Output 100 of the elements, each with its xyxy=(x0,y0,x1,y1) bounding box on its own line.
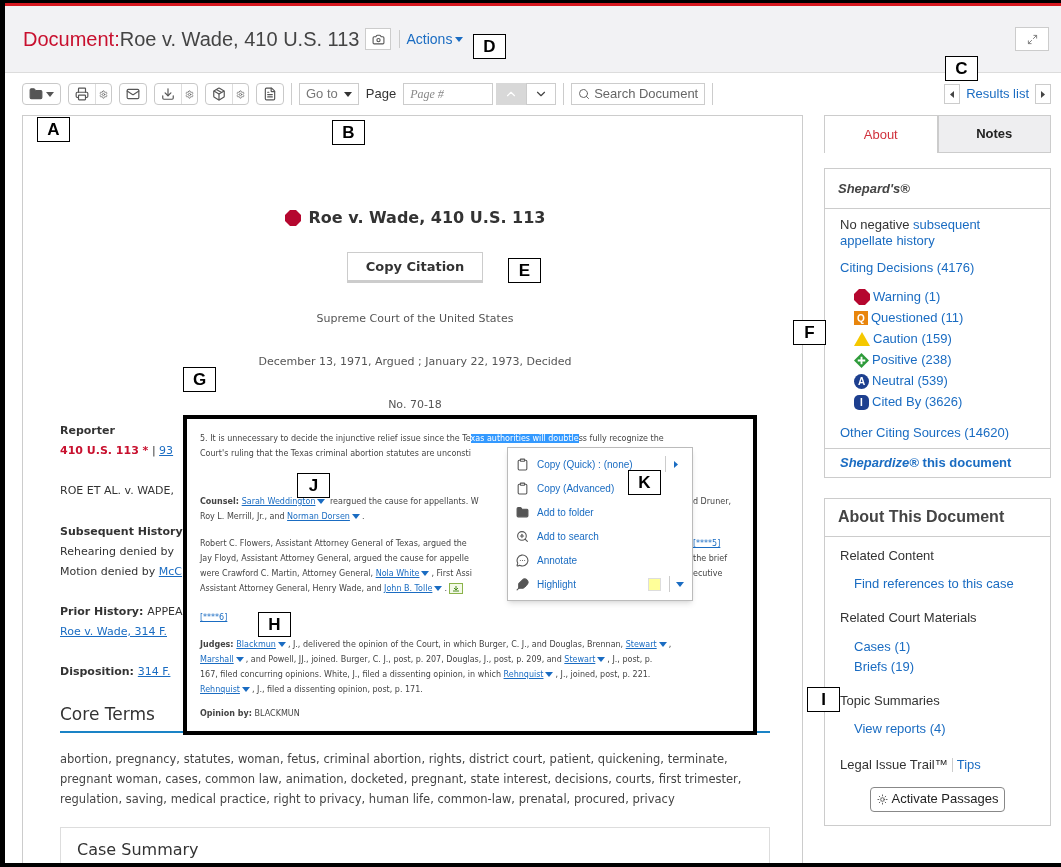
right-triangle-icon xyxy=(1041,90,1045,98)
link[interactable]: [****5] xyxy=(693,539,721,548)
sparkle-icon xyxy=(876,793,888,805)
link[interactable]: Marshall xyxy=(200,655,234,664)
text-line: Rehnquist , J., filed a dissenting opinion, post, p. 171. xyxy=(200,684,423,696)
related-link[interactable]: Cases (1) xyxy=(840,636,911,657)
sidebar-tab[interactable]: Notes xyxy=(937,115,1051,153)
core-terms-text: abortion, pregnancy, statutes, woman, fetus, criminal abortion, rights, district court, patient, quickening, terminate, pregnant woman, cases, common law, animation, docketed, pregnant, state interest, decisions, courts, first trimester, regulation, saving, medical practice, right to privacy, human life, common-law, prenatal, procured, privacy xyxy=(60,751,743,808)
docket-number: No. 70-18 xyxy=(388,397,442,413)
caret-icon xyxy=(421,571,430,576)
link[interactable]: Norman Dorsen xyxy=(287,512,350,521)
folder-icon xyxy=(516,505,529,519)
text-line: Rehearing denied by xyxy=(60,543,174,560)
text-line: Court's ruling that the Texas criminal abortion statutes are unconsti xyxy=(200,448,471,460)
link[interactable]: Stewart xyxy=(564,655,596,664)
link[interactable]: John B. Tolle xyxy=(384,584,433,593)
clipboard-icon xyxy=(516,457,529,471)
actions-menu-button[interactable]: Actions xyxy=(406,28,464,50)
tips-link[interactable]: Tips xyxy=(956,755,981,775)
signal-link[interactable]: Positive (238) xyxy=(872,350,952,370)
folder-icon xyxy=(29,87,43,101)
callout-label: K xyxy=(628,470,661,495)
group-label: Related Court Materials xyxy=(840,609,977,627)
activate-passages-button[interactable]: Activate Passages xyxy=(869,786,1006,812)
callout-label: J xyxy=(297,473,330,498)
menu-item[interactable]: Add to folder xyxy=(516,504,594,520)
link[interactable]: Stewart xyxy=(625,640,657,649)
mail-icon xyxy=(126,87,140,101)
text-line: Opinion by: BLACKMUN xyxy=(200,708,300,720)
link[interactable]: McC xyxy=(158,564,183,578)
related-link[interactable]: View reports (4) xyxy=(840,719,946,739)
text-line: 167, filed concurring opinions. White, J., filed a dissenting opinion, in which Rehnquist , J., joined, post, p. 221. xyxy=(200,669,651,681)
callout-label: I xyxy=(807,687,840,712)
link[interactable]: Rehnquist xyxy=(200,685,240,694)
signal-link[interactable]: Caution (159) xyxy=(873,329,952,349)
link[interactable]: 314 F. xyxy=(137,664,171,678)
callout-label: D xyxy=(473,34,506,59)
link[interactable]: Roe v. Wade, 314 F. xyxy=(60,624,167,638)
legal-issue-trail-label: Legal Issue Trail™ xyxy=(840,756,948,774)
previous-result-button[interactable] xyxy=(944,84,961,104)
link[interactable]: 93 xyxy=(159,443,174,457)
document-title: Document:Roe v. Wade, 410 U.S. 113 xyxy=(23,27,360,52)
highlight-color-swatch[interactable] xyxy=(648,577,661,591)
signal-link[interactable]: Questioned (11) xyxy=(871,308,964,328)
link[interactable]: Blackmun xyxy=(236,640,276,649)
menu-item[interactable]: Copy (Advanced) xyxy=(516,480,615,496)
menu-item[interactable]: Add to search xyxy=(516,528,599,544)
group-label: Related Content xyxy=(840,546,934,565)
signal-link[interactable]: Cited By (3626) xyxy=(872,392,963,412)
caret-icon xyxy=(658,642,667,647)
menu-item[interactable]: Copy (Quick) : (none) xyxy=(516,456,633,472)
text-line: Prior History: APPEA xyxy=(60,603,183,620)
citing-decisions-link[interactable]: Citing Decisions (4176) xyxy=(840,258,1035,278)
camera-icon xyxy=(372,32,385,46)
box-icon xyxy=(212,87,226,101)
related-link[interactable]: Find references to this case xyxy=(840,574,1014,594)
callout-label: F xyxy=(793,320,826,345)
page-number-input[interactable]: Page # xyxy=(403,83,494,105)
search-document-button[interactable]: Search Document xyxy=(571,83,706,105)
sidebar-tab[interactable]: About xyxy=(824,115,938,153)
text-line: ROE ET AL. v. WADE, xyxy=(60,482,174,499)
right-triangle-icon[interactable] xyxy=(674,460,678,468)
text-line: were Crawford C. Martin, Attorney General, Nola White , First Assi xyxy=(200,568,473,580)
caret-icon xyxy=(455,36,464,42)
related-link[interactable]: Briefs (19) xyxy=(840,656,914,677)
text-line: Robert C. Flowers, Assistant Attorney General of Texas, argued the xyxy=(200,538,468,550)
case-title: Roe v. Wade, 410 U.S. 113 xyxy=(308,207,546,229)
link[interactable]: Sarah Weddington xyxy=(241,497,316,506)
clipboard-icon xyxy=(516,481,529,495)
signal-link[interactable]: Neutral (539) xyxy=(872,371,948,391)
shepardize-link[interactable]: Shepardize® this document xyxy=(825,448,1050,477)
link[interactable]: [****6] xyxy=(200,613,228,622)
section-heading: Subsequent History xyxy=(60,523,183,540)
history-text: No negative subsequent appellate history xyxy=(840,217,982,249)
text-line: d Druner, xyxy=(693,496,731,508)
callout-label: E xyxy=(508,258,541,283)
goto-dropdown[interactable]: Go to xyxy=(299,83,359,105)
signal-link[interactable]: Warning (1) xyxy=(873,287,941,307)
section-heading: Reporter xyxy=(60,422,115,439)
link[interactable]: Nola White xyxy=(375,569,420,578)
copy-citation-button[interactable]: Copy Citation xyxy=(346,252,484,281)
caret-icon xyxy=(597,657,606,662)
text-line: Roy L. Merrill, Jr., and Norman Dorsen . xyxy=(200,511,365,523)
settings-icon xyxy=(99,89,108,99)
next-result-button[interactable] xyxy=(1035,84,1051,104)
callout-label: A xyxy=(37,117,70,142)
camera-button[interactable] xyxy=(365,28,392,50)
link[interactable]: Rehnquist xyxy=(503,670,544,679)
page-label: Page xyxy=(365,85,397,104)
results-list-link[interactable]: Results list xyxy=(966,84,1029,104)
section-heading: Case Summary xyxy=(77,839,199,861)
other-citing-sources-link[interactable]: Other Citing Sources (14620) xyxy=(840,422,1035,442)
expand-icon xyxy=(1026,33,1038,45)
speech-bubble-icon xyxy=(516,553,529,567)
marker-icon[interactable] xyxy=(449,583,464,594)
menu-item[interactable]: Highlight xyxy=(516,576,576,592)
print-icon xyxy=(75,87,89,101)
callout-label: B xyxy=(332,120,365,145)
menu-item[interactable]: Annotate xyxy=(516,552,578,568)
caret-icon xyxy=(351,514,360,519)
